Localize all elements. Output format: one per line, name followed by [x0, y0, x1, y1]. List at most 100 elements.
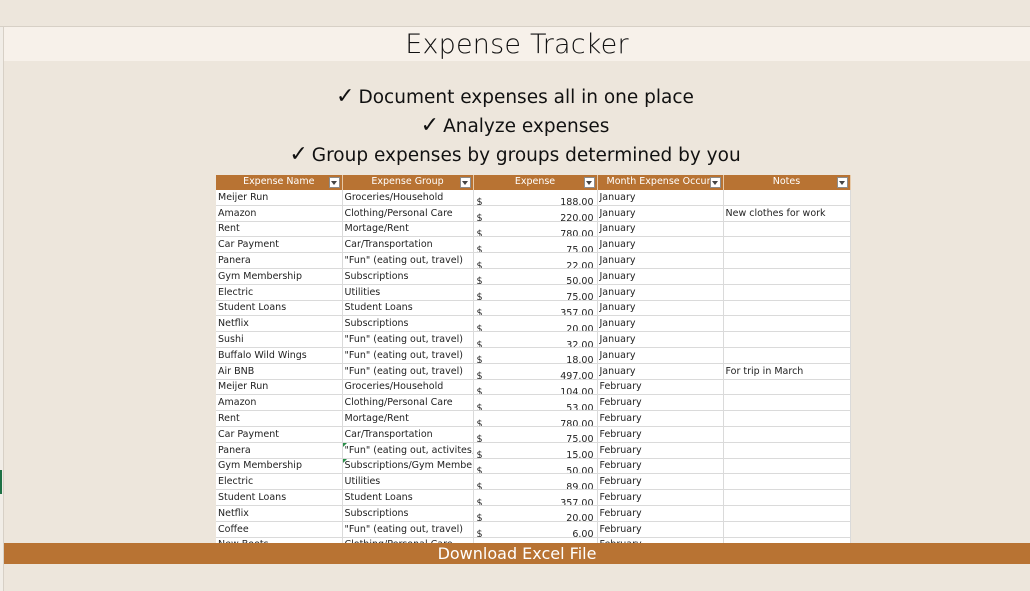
table-row[interactable]: Car Payment Car/Transportation $75.00 Janua… — [216, 236, 851, 254]
cell-month[interactable]: January — [597, 221, 724, 238]
table-row[interactable]: Car Payment Car/Transportation $75.00 Febru… — [216, 426, 851, 443]
table-row[interactable]: Panera "Fun" (eating out, activites, t $15… — [216, 442, 851, 459]
cell-expense-amount[interactable]: $50.00 — [473, 458, 598, 475]
cell-expense-name[interactable]: Electric — [216, 284, 343, 301]
cell-expense-name[interactable]: Amazon — [216, 205, 343, 222]
cell-expense-group[interactable]: "Fun" (eating out, travel) — [342, 363, 474, 380]
table-row[interactable]: Meijer Run Groceries/Household $188.00 Janu… — [216, 190, 851, 206]
table-row[interactable]: Student Loans Student Loans $357.00 January — [216, 300, 851, 317]
cell-expense-amount[interactable]: $780.00 — [473, 221, 598, 238]
table-row[interactable]: Student Loans Student Loans $357.00 Februar… — [216, 489, 851, 506]
filter-dropdown-icon[interactable] — [709, 177, 721, 188]
cell-notes[interactable] — [723, 489, 851, 506]
table-row[interactable]: Coffee "Fun" (eating out, travel) $6.00 Feb… — [216, 521, 851, 538]
column-header-expense-group[interactable]: Expense Group — [342, 175, 474, 190]
cell-expense-amount[interactable]: $780.00 — [473, 410, 598, 427]
cell-expense-amount[interactable]: $75.00 — [473, 236, 598, 254]
cell-expense-name[interactable]: Coffee — [216, 521, 343, 538]
cell-notes[interactable] — [723, 315, 851, 333]
cell-expense-name[interactable]: Panera — [216, 252, 343, 269]
table-row[interactable]: Amazon Clothing/Personal Care $220.00 Janua… — [216, 205, 851, 222]
cell-notes[interactable] — [723, 394, 851, 412]
cell-expense-amount[interactable]: $357.00 — [473, 489, 598, 506]
cell-notes[interactable] — [723, 379, 851, 396]
cell-expense-group[interactable]: Subscriptions — [342, 268, 474, 285]
cell-expense-amount[interactable]: $22.00 — [473, 252, 598, 269]
cell-month[interactable]: January — [597, 363, 724, 380]
table-row[interactable]: Air BNB "Fun" (eating out, travel) $497.00… — [216, 363, 851, 380]
cell-notes[interactable]: New clothes for work — [723, 205, 851, 222]
cell-expense-group[interactable]: "Fun" (eating out, activites, t — [342, 442, 474, 459]
cell-expense-group[interactable]: "Fun" (eating out, travel) — [342, 521, 474, 538]
cell-expense-amount[interactable]: $104.00 — [473, 379, 598, 396]
cell-expense-name[interactable]: Gym Membership — [216, 458, 343, 475]
table-row[interactable]: Meijer Run Groceries/Household $104.00 Febr… — [216, 379, 851, 396]
cell-expense-group[interactable]: Car/Transportation — [342, 236, 474, 254]
cell-month[interactable]: February — [597, 473, 724, 491]
cell-month[interactable]: February — [597, 410, 724, 427]
table-row[interactable]: Netflix Subscriptions $20.00 January — [216, 315, 851, 333]
cell-notes[interactable] — [723, 221, 851, 238]
cell-month[interactable]: February — [597, 394, 724, 412]
cell-notes[interactable] — [723, 426, 851, 443]
cell-notes[interactable] — [723, 300, 851, 317]
table-row[interactable]: Rent Mortage/Rent $780.00 February — [216, 410, 851, 427]
cell-month[interactable]: February — [597, 505, 724, 522]
cell-expense-name[interactable]: Rent — [216, 221, 343, 238]
cell-month[interactable]: February — [597, 379, 724, 396]
cell-expense-name[interactable]: Amazon — [216, 394, 343, 412]
cell-expense-group[interactable]: Utilities — [342, 473, 474, 491]
cell-notes[interactable] — [723, 442, 851, 459]
cell-expense-name[interactable]: Car Payment — [216, 426, 343, 443]
table-row[interactable]: Sushi "Fun" (eating out, travel) $32.00 Jan… — [216, 331, 851, 348]
cell-notes[interactable] — [723, 410, 851, 427]
cell-expense-group[interactable]: Student Loans — [342, 300, 474, 317]
filter-dropdown-icon[interactable] — [836, 177, 848, 188]
column-header-expense[interactable]: Expense — [473, 175, 598, 190]
cell-expense-amount[interactable]: $357.00 — [473, 300, 598, 317]
cell-expense-amount[interactable]: $32.00 — [473, 331, 598, 348]
cell-expense-amount[interactable]: $15.00 — [473, 442, 598, 459]
cell-notes[interactable] — [723, 284, 851, 301]
cell-notes[interactable] — [723, 331, 851, 348]
cell-month[interactable]: January — [597, 331, 724, 348]
cell-expense-name[interactable]: Air BNB — [216, 363, 343, 380]
cell-expense-name[interactable]: Car Payment — [216, 236, 343, 254]
cell-expense-group[interactable]: "Fun" (eating out, travel) — [342, 252, 474, 269]
table-row[interactable]: Netflix Subscriptions $20.00 February — [216, 505, 851, 522]
cell-expense-amount[interactable]: $220.00 — [473, 205, 598, 222]
cell-notes[interactable] — [723, 252, 851, 269]
cell-expense-group[interactable]: Mortage/Rent — [342, 410, 474, 427]
table-row[interactable]: Panera "Fun" (eating out, travel) $22.00 Ja… — [216, 252, 851, 269]
cell-expense-group[interactable]: Groceries/Household — [342, 379, 474, 396]
cell-month[interactable]: January — [597, 190, 724, 206]
cell-month[interactable]: January — [597, 315, 724, 333]
cell-month[interactable]: January — [597, 252, 724, 269]
table-row[interactable]: Electric Utilities $89.00 February — [216, 473, 851, 491]
cell-expense-name[interactable]: Meijer Run — [216, 190, 343, 206]
table-row[interactable]: Gym Membership Subscriptions/Gym Member $5… — [216, 458, 851, 475]
cell-expense-group[interactable]: Car/Transportation — [342, 426, 474, 443]
cell-expense-name[interactable]: Panera — [216, 442, 343, 459]
cell-expense-group[interactable]: Subscriptions — [342, 505, 474, 522]
cell-notes[interactable] — [723, 268, 851, 285]
table-row[interactable]: Gym Membership Subscriptions $50.00 January — [216, 268, 851, 285]
cell-month[interactable]: January — [597, 268, 724, 285]
cell-expense-name[interactable]: Student Loans — [216, 300, 343, 317]
cell-expense-amount[interactable]: $20.00 — [473, 315, 598, 333]
download-excel-button[interactable]: Download Excel File — [4, 543, 1030, 564]
cell-expense-amount[interactable]: $188.00 — [473, 190, 598, 206]
cell-expense-name[interactable]: Student Loans — [216, 489, 343, 506]
cell-expense-group[interactable]: Mortage/Rent — [342, 221, 474, 238]
cell-expense-group[interactable]: Groceries/Household — [342, 190, 474, 206]
cell-notes[interactable] — [723, 458, 851, 475]
cell-expense-amount[interactable]: $20.00 — [473, 505, 598, 522]
cell-month[interactable]: January — [597, 236, 724, 254]
cell-expense-name[interactable]: Netflix — [216, 315, 343, 333]
table-row[interactable]: Buffalo Wild Wings "Fun" (eating out, tra… — [216, 347, 851, 364]
cell-expense-amount[interactable]: $75.00 — [473, 426, 598, 443]
column-header-notes[interactable]: Notes — [723, 175, 851, 190]
cell-month[interactable]: January — [597, 284, 724, 301]
table-row[interactable]: Electric Utilities $75.00 January — [216, 284, 851, 301]
cell-expense-group[interactable]: Clothing/Personal Care — [342, 205, 474, 222]
